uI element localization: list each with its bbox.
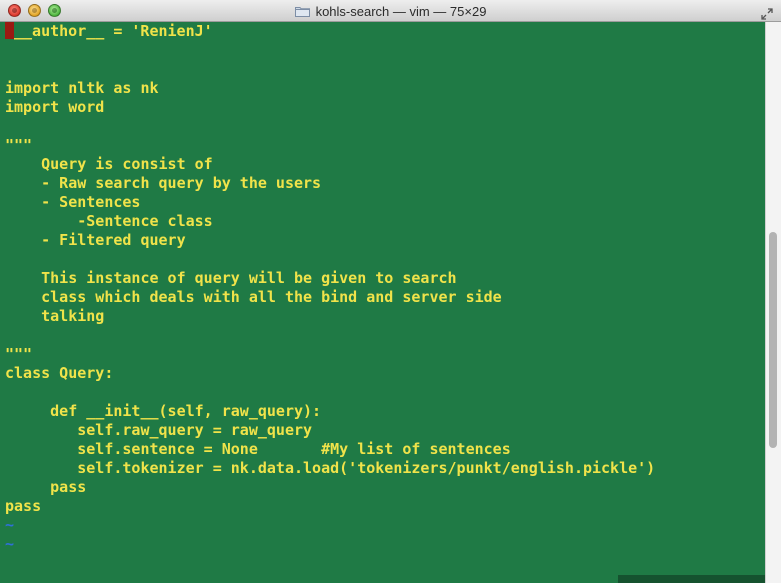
code-line-1: __author__ = 'RenienJ' — [5, 22, 213, 41]
fullscreen-icon[interactable] — [761, 5, 773, 20]
code-line-14: This instance of query will be given to … — [5, 269, 457, 287]
code-line-26: pass — [5, 497, 42, 515]
code-line-16: talking — [5, 307, 105, 325]
code-line-12: - Filtered query — [5, 231, 186, 249]
code-line-8: Query is consist of — [5, 155, 213, 173]
code-line-24: self.tokenizer = nk.data.load('tokenizer… — [5, 459, 656, 477]
code-line-9: - Raw search query by the users — [5, 174, 322, 192]
code-line-1-text: __author__ = 'RenienJ' — [14, 22, 213, 40]
code-line-7: """ — [5, 136, 33, 154]
text-cursor — [5, 22, 14, 39]
window-title: kohls-search — vim — 75×29 — [315, 3, 487, 19]
vim-editor[interactable]: __author__ = 'RenienJ' import nltk as nk… — [0, 22, 765, 583]
code-line-5: import word — [5, 98, 105, 116]
vertical-scrollbar[interactable] — [765, 22, 781, 583]
bottom-edge-fragment — [618, 575, 765, 583]
code-line-15: class which deals with all the bind and … — [5, 288, 502, 306]
scrollbar-thumb[interactable] — [769, 232, 777, 448]
code-line-18: """ — [5, 345, 33, 363]
title-bar[interactable]: kohls-search — vim — 75×29 — [0, 0, 781, 22]
code-line-22: self.raw_query = raw_query — [5, 421, 313, 439]
empty-line-marker: ~ — [5, 516, 15, 534]
terminal-window: kohls-search — vim — 75×29 __author__ = … — [0, 0, 781, 583]
code-line-19: class Query: — [5, 364, 114, 382]
empty-line-marker: ~ — [5, 535, 15, 553]
code-line-10: - Sentences — [5, 193, 141, 211]
code-line-25: pass — [5, 478, 87, 496]
folder-icon — [294, 6, 310, 17]
code-line-11: -Sentence class — [5, 212, 213, 230]
code-line-23: self.sentence = None #My list of sentenc… — [5, 440, 511, 458]
code-line-4: import nltk as nk — [5, 79, 159, 97]
code-line-21: def __init__(self, raw_query): — [5, 402, 322, 420]
window-title-group: kohls-search — vim — 75×29 — [0, 0, 781, 22]
